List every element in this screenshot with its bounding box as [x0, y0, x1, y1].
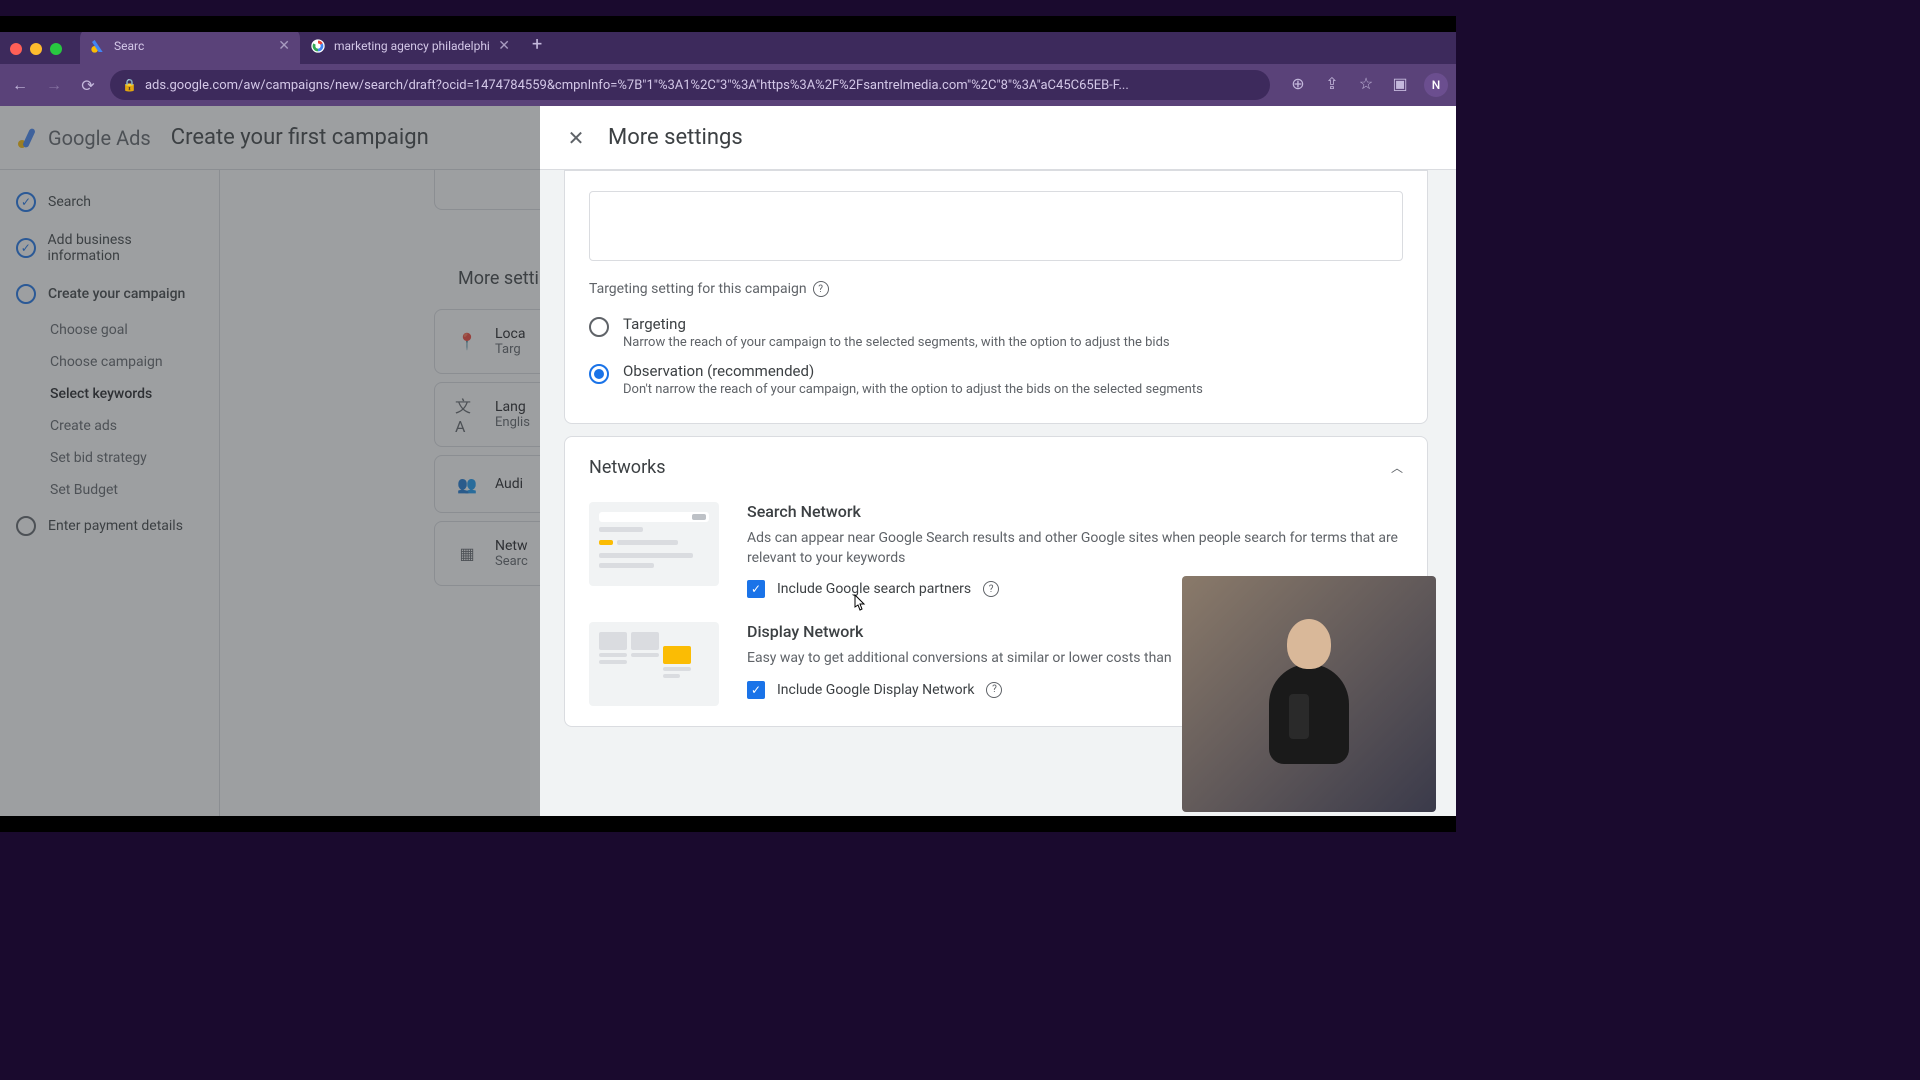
- network-desc: Ads can appear near Google Search result…: [747, 529, 1403, 568]
- radio-label: Targeting: [623, 315, 1403, 333]
- panel-header: ✕ More settings: [540, 106, 1456, 170]
- bookmark-icon[interactable]: ☆: [1356, 73, 1376, 93]
- radio-desc: Narrow the reach of your campaign to the…: [623, 335, 1403, 350]
- side-panel-icon[interactable]: ▣: [1390, 73, 1410, 93]
- checkbox-label: Include Google search partners: [777, 581, 971, 597]
- checkbox-icon: ✓: [747, 681, 765, 699]
- radio-icon: [589, 317, 609, 337]
- url-bar: ← → ⟳ 🔒 ads.google.com/aw/campaigns/new/…: [0, 64, 1456, 106]
- tab-close-icon[interactable]: ✕: [278, 38, 290, 54]
- back-button[interactable]: ←: [8, 73, 32, 97]
- close-window-button[interactable]: [10, 43, 22, 55]
- panel-title: More settings: [608, 125, 743, 150]
- maximize-window-button[interactable]: [50, 43, 62, 55]
- lock-icon: 🔒: [122, 78, 137, 92]
- search-network-thumb-icon: [589, 502, 719, 586]
- audience-search-box[interactable]: [589, 191, 1403, 261]
- google-favicon-icon: [310, 38, 326, 54]
- new-tab-button[interactable]: +: [532, 34, 542, 55]
- modal-overlay[interactable]: [0, 106, 540, 832]
- translate-icon[interactable]: ⊕: [1288, 73, 1308, 93]
- networks-section-toggle[interactable]: Networks ︿: [589, 457, 1403, 478]
- reload-button[interactable]: ⟳: [76, 73, 100, 97]
- help-icon[interactable]: ?: [983, 581, 999, 597]
- share-icon[interactable]: ⇪: [1322, 73, 1342, 93]
- tab-close-icon[interactable]: ✕: [498, 38, 510, 54]
- tab-title: Searc: [114, 39, 270, 53]
- display-network-thumb-icon: [589, 622, 719, 706]
- section-title: Networks: [589, 457, 666, 478]
- radio-desc: Don't narrow the reach of your campaign,…: [623, 382, 1403, 397]
- radio-label: Observation (recommended): [623, 362, 1403, 380]
- radio-targeting[interactable]: Targeting Narrow the reach of your campa…: [589, 309, 1403, 356]
- google-ads-favicon-icon: [90, 38, 106, 54]
- checkbox-icon: ✓: [747, 580, 765, 598]
- chevron-up-icon: ︿: [1391, 459, 1403, 476]
- window-controls: [10, 43, 62, 55]
- close-panel-button[interactable]: ✕: [564, 126, 588, 150]
- help-icon[interactable]: ?: [813, 281, 829, 297]
- targeting-heading: Targeting setting for this campaign ?: [589, 281, 1403, 297]
- radio-icon: [589, 364, 609, 384]
- browser-tab-active[interactable]: Searc ✕: [80, 28, 300, 64]
- radio-observation[interactable]: Observation (recommended) Don't narrow t…: [589, 356, 1403, 403]
- forward-button[interactable]: →: [42, 73, 66, 97]
- help-icon[interactable]: ?: [986, 682, 1002, 698]
- checkbox-label: Include Google Display Network: [777, 682, 974, 698]
- browser-tab[interactable]: marketing agency philadelphi ✕: [300, 28, 520, 64]
- profile-avatar[interactable]: N: [1424, 73, 1448, 97]
- tab-title: marketing agency philadelphi: [334, 39, 490, 53]
- webcam-overlay: [1182, 576, 1436, 812]
- network-title: Search Network: [747, 502, 1403, 521]
- targeting-card: Targeting setting for this campaign ? Ta…: [564, 170, 1428, 424]
- address-bar[interactable]: 🔒 ads.google.com/aw/campaigns/new/search…: [110, 70, 1270, 100]
- url-text: ads.google.com/aw/campaigns/new/search/d…: [145, 78, 1129, 93]
- minimize-window-button[interactable]: [30, 43, 42, 55]
